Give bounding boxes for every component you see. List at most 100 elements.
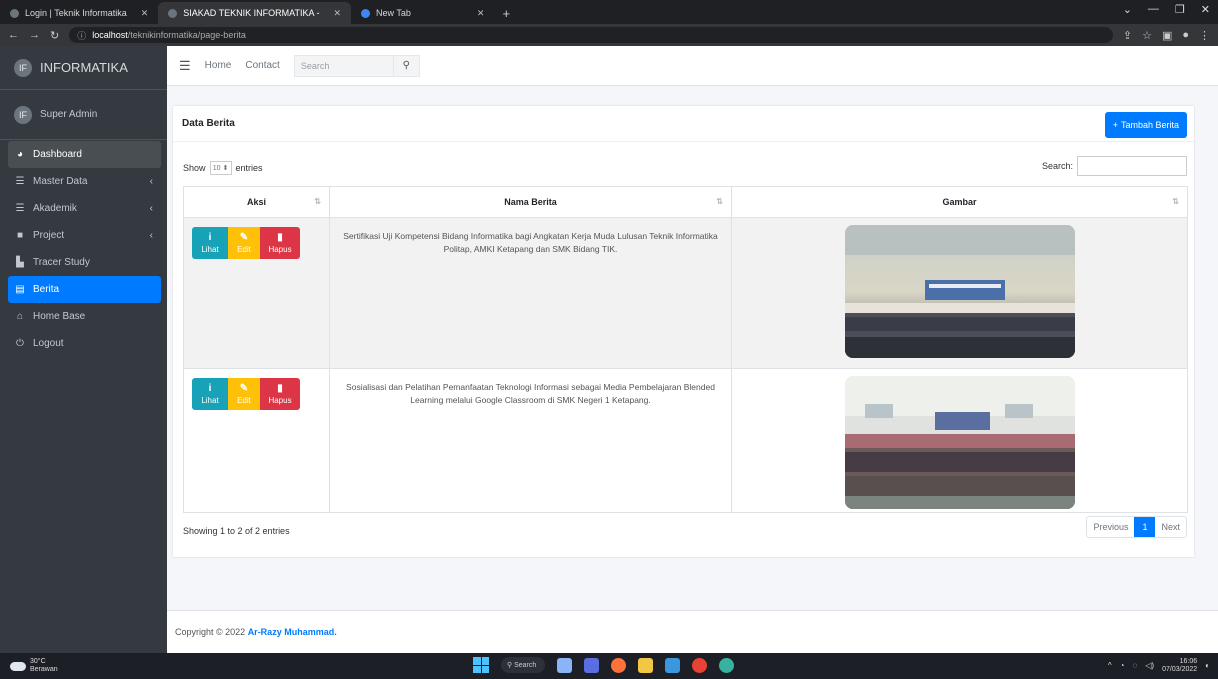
brand-link[interactable]: IF INFORMATIKA [0, 46, 167, 90]
task-view-icon[interactable] [557, 657, 572, 673]
hapus-button[interactable]: ▮ Hapus [260, 227, 300, 259]
tab-search-icon[interactable]: ⌄ [1123, 3, 1132, 16]
user-name: Super Admin [40, 109, 98, 120]
minimize-icon[interactable]: — [1148, 3, 1159, 16]
entries-label: entries [235, 163, 263, 173]
weather-widget[interactable]: 30°C Berawan [0, 658, 58, 673]
sidebar-item-label: Master Data [33, 176, 88, 187]
add-berita-button[interactable]: + Tambah Berita [1104, 112, 1187, 138]
close-tab-icon[interactable]: ✕ [141, 8, 149, 19]
page-length-select[interactable]: 10 ⬍ [209, 161, 232, 175]
new-tab-icon[interactable]: + [494, 2, 518, 24]
gambar-cell [731, 368, 1188, 513]
browser-tab-siakad[interactable]: SIAKAD TEKNIK INFORMATIKA - ✕ [158, 2, 352, 24]
url-field[interactable]: ⓘ localhost/teknikinformatika/page-berit… [69, 27, 1113, 43]
weather-temp: 30°C [30, 658, 46, 666]
sidebar-item-master-data[interactable]: ☰ Master Data ‹ [8, 168, 161, 195]
edit-button[interactable]: ✎ Edit [228, 378, 260, 410]
nav-contact-link[interactable]: Contact [245, 60, 279, 71]
browser-tab-login[interactable]: Login | Teknik Informatika ✕ [0, 2, 158, 24]
edit-button[interactable]: ✎ Edit [228, 227, 260, 259]
file-explorer-icon[interactable] [638, 657, 653, 673]
info-icon[interactable]: ⓘ [77, 29, 86, 42]
chrome-icon [361, 8, 371, 18]
sidebar-item-tracer-study[interactable]: ▙ Tracer Study [8, 249, 161, 276]
lihat-label: Lihat [201, 245, 219, 254]
page-1-button[interactable]: 1 [1134, 517, 1156, 537]
share-icon[interactable]: ⇪ [1123, 29, 1132, 42]
table-search: Search: [1042, 156, 1187, 176]
edit-icon: ✎ [239, 232, 249, 243]
clock[interactable]: 16:06 07/03/2022 [1162, 658, 1197, 673]
close-tab-icon[interactable]: ✕ [333, 8, 341, 19]
sidebar-item-label: Project [33, 230, 65, 241]
firefox-icon[interactable] [611, 657, 626, 673]
close-window-icon[interactable]: ✕ [1201, 3, 1210, 16]
aksi-cell: i Lihat ✎ Edit ▮ Hapus [183, 368, 330, 513]
store-icon[interactable] [665, 657, 680, 673]
sidebar-item-dashboard[interactable]: ◕ Dashboard [8, 141, 161, 168]
list-icon: ☰ [15, 176, 25, 187]
chevron-up-icon[interactable]: ^ [1108, 661, 1112, 670]
volume-icon[interactable]: ◁) [1145, 661, 1154, 670]
column-header-nama-berita[interactable]: Nama Berita ⇅ [329, 186, 732, 218]
wifi-icon[interactable]: ◌ [1133, 661, 1138, 670]
lihat-button[interactable]: i Lihat [192, 227, 228, 259]
hapus-button[interactable]: ▮ Hapus [260, 378, 300, 410]
table-search-label: Search: [1041, 161, 1073, 171]
windows-start-icon[interactable] [473, 657, 489, 673]
back-icon[interactable]: ← [8, 29, 19, 41]
card-title: Data Berita [173, 106, 1194, 142]
berita-table: Aksi ⇅ Nama Berita ⇅ Gambar ⇅ i Lihat ✎ Edit … [183, 186, 1188, 513]
taskbar-apps: ⚲ Search [473, 657, 734, 673]
sidebar-item-home-base[interactable]: ⌂ Home Base [8, 303, 161, 330]
edit-label: Edit [237, 245, 251, 254]
nav-home-link[interactable]: Home [205, 60, 232, 71]
taskbar-search[interactable]: ⚲ Search [501, 657, 545, 673]
search-icon[interactable]: ⚲ [393, 54, 420, 77]
menu-icon[interactable]: ⋮ [1199, 29, 1210, 42]
chrome-icon[interactable] [692, 657, 707, 673]
star-icon[interactable]: ☆ [1142, 29, 1152, 42]
chart-icon: ▙ [16, 257, 24, 268]
sidebar-item-berita[interactable]: ▤ Berita [8, 276, 161, 303]
pagination: Previous 1 Next [1086, 516, 1187, 538]
lihat-button[interactable]: i Lihat [192, 378, 228, 410]
copyright-text: Copyright © 2022 [175, 627, 246, 637]
browser-tab-newtab[interactable]: New Tab ✕ [351, 2, 494, 24]
nama-cell: Sosialisasi dan Pelatihan Pemanfaatan Te… [329, 368, 732, 513]
sidebar-item-project[interactable]: ■ Project ‹ [8, 222, 161, 249]
action-buttons: i Lihat ✎ Edit ▮ Hapus [192, 227, 329, 259]
edge-icon[interactable] [719, 657, 734, 673]
next-button[interactable]: Next [1155, 517, 1186, 537]
notification-icon[interactable]: ◐ [1205, 661, 1210, 670]
list-icon: ☰ [15, 203, 25, 214]
search-input[interactable]: Search [293, 54, 394, 77]
hamburger-icon[interactable]: ☰ [179, 58, 191, 74]
table-search-input[interactable] [1077, 156, 1187, 176]
forward-icon[interactable]: → [29, 29, 40, 41]
restore-icon[interactable]: ❐ [1175, 3, 1185, 16]
sidebar-item-akademik[interactable]: ☰ Akademik ‹ [8, 195, 161, 222]
close-tab-icon[interactable]: ✕ [477, 8, 485, 19]
trash-icon: ▮ [277, 232, 283, 243]
column-header-aksi[interactable]: Aksi ⇅ [183, 186, 330, 218]
previous-button[interactable]: Previous [1087, 517, 1134, 537]
clock-time: 16:06 [1179, 658, 1198, 665]
address-bar-row: ← → ↻ ⓘ localhost/teknikinformatika/page… [0, 24, 1218, 46]
sidebar-item-logout[interactable]: ⏻ Logout [8, 330, 161, 357]
user-panel[interactable]: IF Super Admin [0, 90, 167, 140]
profile-icon[interactable]: ● [1182, 29, 1189, 42]
video-app-icon[interactable] [584, 657, 599, 673]
column-header-gambar[interactable]: Gambar ⇅ [731, 186, 1188, 218]
sidepanel-icon[interactable]: ▣ [1162, 29, 1172, 42]
footer: Copyright © 2022 Ar-Razy Muhammad. [167, 610, 1218, 653]
toolbar-icons: ⇪ ☆ ▣ ● ⋮ [1123, 29, 1210, 42]
sidebar-item-label: Logout [33, 338, 64, 349]
reload-icon[interactable]: ↻ [50, 29, 59, 42]
author-link[interactable]: Ar-Razy Muhammad. [248, 627, 337, 637]
network-icon[interactable]: ◔ [1120, 661, 1125, 670]
brand-text: INFORMATIKA [40, 60, 128, 75]
page-length-control: Show 10 ⬍ entries [183, 161, 263, 175]
chevron-left-icon: ‹ [149, 176, 153, 187]
